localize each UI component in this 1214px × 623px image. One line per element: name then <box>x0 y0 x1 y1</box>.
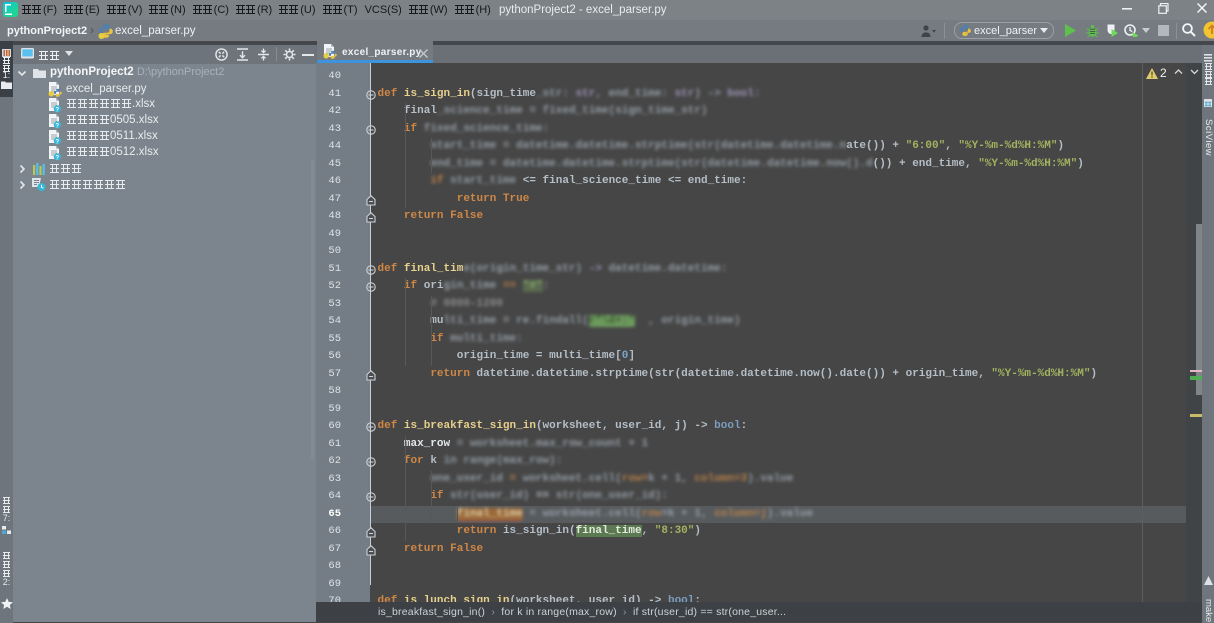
svg-text:?: ? <box>55 154 59 161</box>
svg-text:?: ? <box>55 138 59 145</box>
svg-text:?: ? <box>55 122 59 129</box>
svg-text:?: ? <box>55 106 59 113</box>
